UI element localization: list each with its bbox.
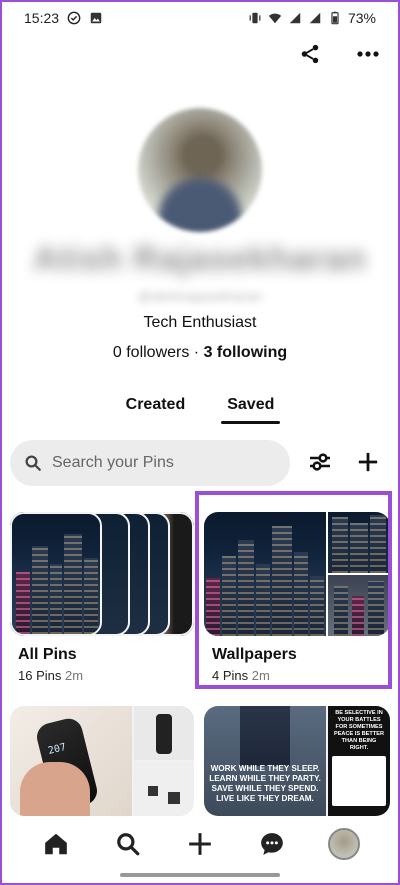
create-board-button[interactable] [354, 448, 382, 476]
city-pin-thumbnail [10, 512, 102, 636]
share-icon [301, 44, 319, 64]
add-icon [189, 833, 211, 855]
nav-messages[interactable] [252, 824, 292, 864]
wallpaper-thumbnail-3 [328, 575, 390, 636]
tab-saved[interactable]: Saved [221, 394, 281, 424]
vibrate-icon [249, 12, 261, 24]
board-title: All Pins [18, 646, 77, 663]
bottom-navigation [0, 818, 400, 870]
phone-screen-text: 207 [47, 741, 68, 757]
status-time: 15:23 [24, 10, 60, 26]
header-actions [296, 40, 382, 68]
profile-avatar [328, 828, 360, 860]
board-cover-wallpapers [204, 512, 390, 636]
status-bar: 15:23 73% [0, 0, 400, 36]
pin-image-hand: 207 [10, 706, 132, 816]
battery-percent: 73% [347, 10, 376, 26]
suit [240, 706, 290, 766]
board-updated-time: 2m [65, 668, 84, 683]
board-title: Wallpapers [212, 646, 297, 663]
search-row [10, 440, 390, 486]
search-icon [117, 833, 140, 856]
wallpaper-main-thumbnail [204, 512, 326, 636]
filter-sliders-icon [310, 453, 330, 471]
board-pin-count: 16 Pins [18, 668, 62, 683]
nav-home[interactable] [36, 824, 76, 864]
battery-icon [331, 11, 339, 25]
follow-separator: · [189, 344, 204, 361]
pin-phone-product[interactable]: 207 [10, 706, 194, 816]
search-input[interactable] [52, 454, 272, 472]
tab-created[interactable]: Created [120, 394, 192, 424]
board-all-pins[interactable]: All Pins 16 Pins 2m [10, 512, 194, 683]
follow-stats: 0 followers · 3 following [0, 344, 400, 362]
pin-quotes[interactable]: WORK WHILE THEY SLEEP. LEARN WHILE THEY … [204, 706, 390, 816]
more-icon [357, 51, 379, 57]
quote-side-text: BE SELECTIVE IN YOUR BATTLES FOR SOMETIM… [333, 710, 385, 751]
search-icon [25, 455, 41, 471]
board-meta: 4 Pins 2m [204, 668, 390, 683]
more-options-button[interactable] [354, 40, 382, 68]
pin-image-suit: WORK WHILE THEY SLEEP. LEARN WHILE THEY … [204, 706, 326, 816]
nav-create[interactable] [180, 824, 220, 864]
pin-image-2 [134, 706, 194, 760]
home-indicator [120, 873, 280, 877]
profile-avatar[interactable] [138, 108, 262, 232]
wallpaper-thumbnail-2 [328, 512, 390, 573]
signal-icon [309, 12, 321, 24]
profile-bio: Tech Enthusiast [143, 314, 257, 331]
board-wallpapers[interactable]: Wallpapers 4 Pins 2m [204, 512, 390, 683]
board-updated-time: 2m [251, 668, 270, 683]
quote-list-card [332, 756, 386, 806]
wifi-icon [268, 13, 282, 24]
board-pin-count: 4 Pins [212, 668, 249, 683]
pin-image-3 [134, 762, 194, 816]
check-circle-icon [67, 11, 81, 25]
image-icon [90, 12, 102, 24]
board-meta: 16 Pins 2m [10, 668, 194, 683]
profile-name: Atish Rajasekharan [33, 240, 367, 278]
quote-overlay-text: WORK WHILE THEY SLEEP. LEARN WHILE THEY … [209, 764, 321, 803]
search-field[interactable] [10, 440, 290, 486]
filter-button[interactable] [306, 448, 334, 476]
nav-profile[interactable] [324, 824, 364, 864]
pin-image-quote: BE SELECTIVE IN YOUR BATTLES FOR SOMETIM… [328, 706, 390, 816]
profile-handle: @atishrajasekharan [137, 288, 263, 304]
profile-tabs: Created Saved [0, 394, 400, 424]
following-count[interactable]: 3 following [204, 344, 288, 361]
share-button[interactable] [296, 40, 324, 68]
home-icon [45, 833, 67, 855]
board-cover-all-pins [10, 512, 194, 636]
followers-count[interactable]: 0 followers [113, 344, 189, 361]
plus-icon [358, 452, 378, 472]
nav-search[interactable] [108, 824, 148, 864]
messages-icon [261, 833, 283, 855]
hand [20, 762, 90, 816]
signal-icon [289, 12, 301, 24]
